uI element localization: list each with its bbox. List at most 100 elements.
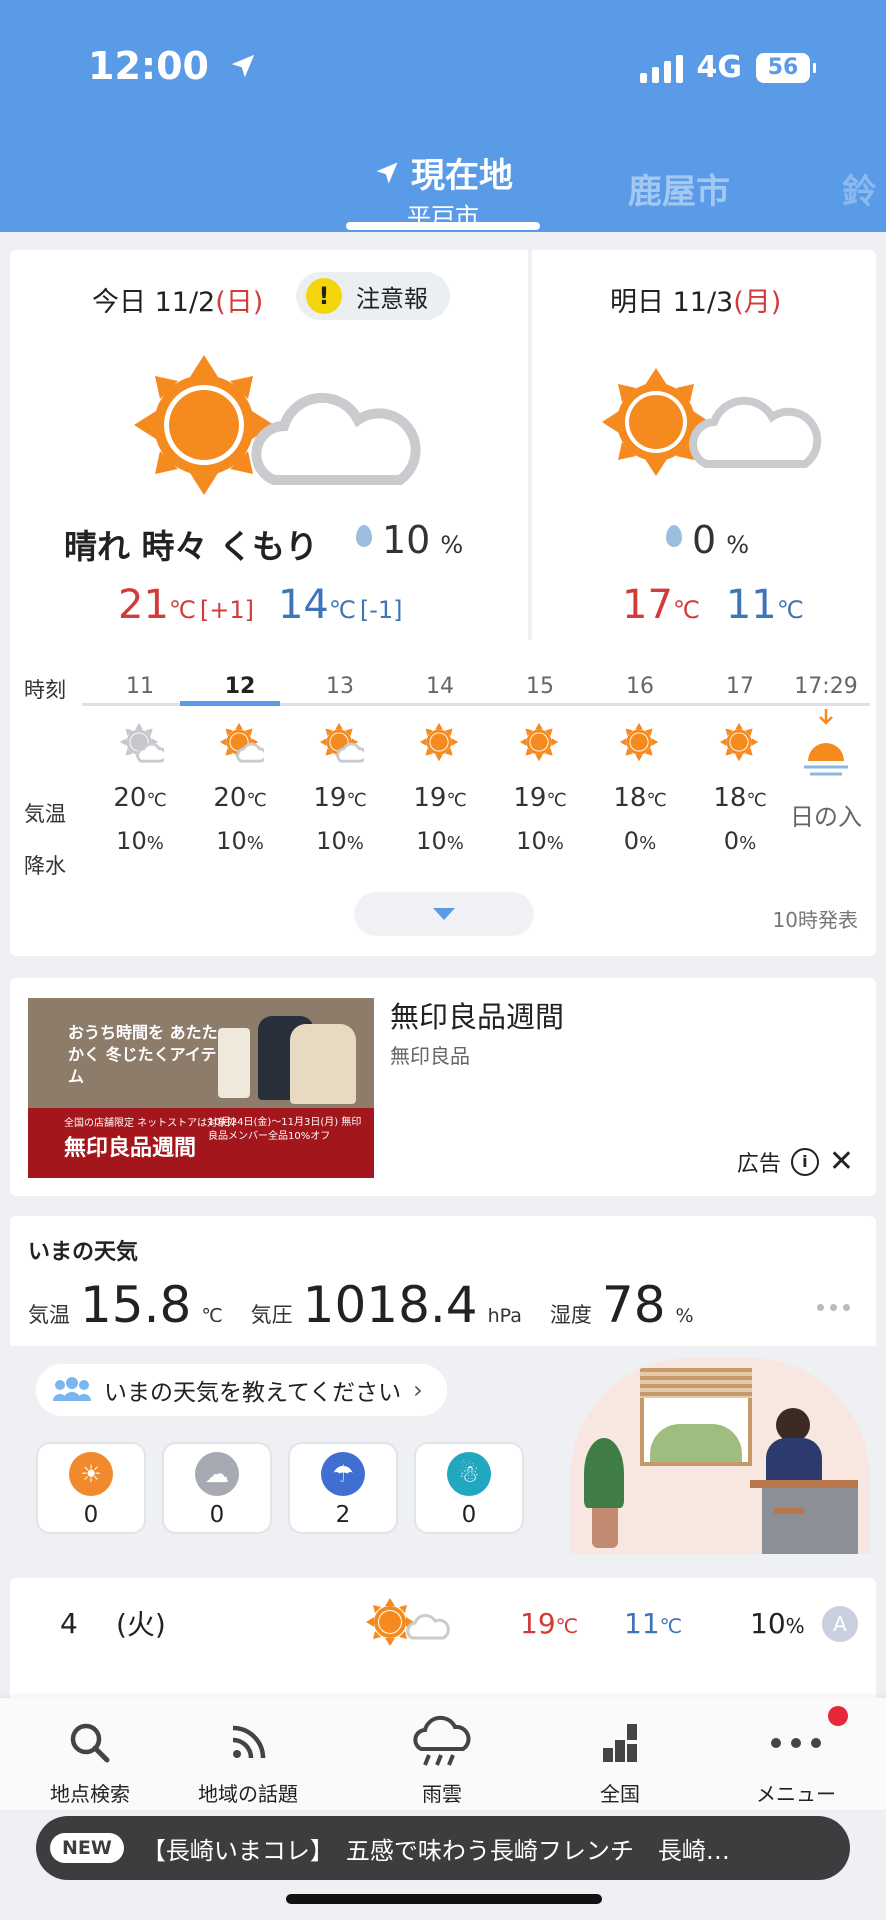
today-low-unit: ℃: [328, 596, 356, 624]
hourly-hour: 12: [224, 674, 256, 699]
report-rain-button[interactable]: ☂ 2: [288, 1442, 398, 1534]
report-prompt-button[interactable]: いまの天気を教えてください ›: [36, 1364, 447, 1416]
expand-hourly-button[interactable]: [354, 892, 534, 936]
daily-high: 19℃: [520, 1606, 579, 1640]
ad-image[interactable]: おうち時間を あたたかく 冬じたくアイテム 全国の店舗限定 ネットストアは対象外…: [28, 998, 374, 1178]
hourly-temp: 19℃: [513, 783, 567, 813]
report-prompt-text: いまの天気を教えてください: [104, 1380, 402, 1406]
hourly-temp: 19℃: [413, 783, 467, 813]
tomorrow-high: 17: [622, 582, 673, 628]
status-time-text: 12:00: [88, 44, 209, 88]
raindrop-icon: [666, 525, 682, 547]
today-weather-text: 晴れ 時々 くもり: [64, 527, 318, 566]
sun-cloud-icon: [134, 355, 421, 495]
ad-title[interactable]: 無印良品週間: [390, 994, 564, 1036]
hourly-precip: 0%: [723, 827, 757, 855]
tab-underline: [346, 222, 540, 230]
rain-icon: ☂: [321, 1452, 365, 1496]
humidity-unit: %: [675, 1305, 694, 1327]
nav-national[interactable]: 全国: [540, 1718, 700, 1807]
nav-rain-radar[interactable]: 雨雲: [362, 1715, 522, 1807]
report-count: 0: [209, 1502, 225, 1528]
today-high-diff: [+1]: [199, 596, 254, 624]
daily-day: 4: [60, 1606, 78, 1640]
nav-menu[interactable]: メニュー: [716, 1718, 876, 1807]
ad-image-copy: おうち時間を あたたかく 冬じたくアイテム: [68, 1023, 218, 1086]
daily-badge: A: [822, 1606, 858, 1642]
nav-topics[interactable]: 地域の話題: [168, 1718, 328, 1807]
sun-cloud-icon: [290, 707, 390, 779]
sun-cloud-icon: [602, 368, 822, 476]
forecast-card: 今日 11/2(日) ! 注意報 晴れ 時々 くもり 10% 21 ℃ [+1]…: [10, 250, 876, 956]
temp-label: 気温: [28, 1303, 70, 1327]
info-icon[interactable]: i: [790, 1147, 819, 1176]
news-ticker[interactable]: NEW 【長崎いまコレ】 五感で味わう長崎フレンチ 長崎…: [36, 1816, 850, 1880]
sun-icon: [590, 707, 690, 779]
hourly-precip: 10%: [416, 827, 464, 855]
daily-weekday: (火): [116, 1608, 166, 1641]
nav-search-label: 地点検索: [50, 1782, 130, 1806]
report-count: 2: [335, 1502, 351, 1528]
app-header: 12:00 4G 56 現在地 平戸市 鹿屋市 鈴: [0, 0, 886, 232]
sun-icon: [690, 707, 790, 779]
ad-image-week: 無印良品週間: [64, 1136, 197, 1161]
weather-report-area: いまの天気を教えてください › ☀ 0 ☁ 0 ☂ 2 ☃ 0: [10, 1346, 876, 1558]
ad-product-sweater-light: [290, 1024, 356, 1104]
nav-national-label: 全国: [600, 1782, 640, 1806]
hourly-temp: 18℃: [613, 783, 667, 813]
pressure-value: 1018.4: [302, 1276, 478, 1334]
daily-row[interactable]: 4 (火) 19℃ 11℃ 10% A: [10, 1578, 876, 1694]
alert-button[interactable]: ! 注意報: [296, 272, 450, 320]
nav-search[interactable]: 地点検索: [10, 1718, 170, 1807]
close-icon[interactable]: ✕: [829, 1144, 854, 1179]
sunset-icon: [804, 709, 848, 776]
nav-rain-label: 雨雲: [422, 1782, 462, 1806]
today-low: 14: [277, 582, 329, 628]
tab-location-2[interactable]: 鹿屋市: [628, 164, 730, 213]
today-rain-unit: %: [440, 531, 464, 559]
more-icon[interactable]: [817, 1304, 850, 1311]
report-sunny-button[interactable]: ☀ 0: [36, 1442, 146, 1534]
today-high-unit: ℃: [168, 596, 196, 624]
hourly-column: 17 18℃ 0%: [690, 674, 790, 855]
tomorrow-high-unit: ℃: [672, 596, 700, 624]
hourly-temp: 20℃: [113, 783, 167, 813]
status-time: 12:00: [88, 44, 258, 88]
tab-current-location[interactable]: 現在地 平戸市: [346, 148, 540, 232]
nav-topics-label: 地域の話題: [198, 1782, 298, 1806]
report-count: 0: [83, 1502, 99, 1528]
sunset-time: 17:29: [794, 674, 858, 699]
current-weather-title: いまの天気: [28, 1240, 139, 1265]
tomorrow-weekday: (月): [733, 287, 782, 318]
chevron-down-icon: [433, 908, 455, 920]
sun-icon: [390, 707, 490, 779]
ad-label-row: 広告 i ✕: [737, 1144, 854, 1179]
today-low-diff: [-1]: [359, 596, 403, 624]
tab-location-3[interactable]: 鈴: [842, 164, 876, 213]
issued-time: 10時発表: [772, 908, 858, 932]
battery-icon: 56: [756, 52, 816, 83]
humidity-value: 78: [601, 1276, 666, 1334]
hourly-precip: 10%: [316, 827, 364, 855]
ad-card[interactable]: おうち時間を あたたかく 冬じたくアイテム 全国の店舗限定 ネットストアは対象外…: [10, 978, 876, 1196]
nav-menu-label: メニュー: [756, 1782, 836, 1806]
current-location-label: 現在地: [411, 156, 513, 196]
current-stats: 気温 15.8 ℃ 気圧 1018.4 hPa 湿度 78 %: [28, 1276, 712, 1334]
bottom-nav: 地点検索 地域の話題 雨雲 全国 メニュー: [0, 1698, 886, 1810]
tomorrow-date: 11/3: [672, 287, 734, 318]
today-high: 21: [118, 582, 169, 628]
report-cloudy-button[interactable]: ☁ 0: [162, 1442, 272, 1534]
sunset-column: 17:29 日の入: [776, 674, 876, 832]
raindrop-icon: [356, 525, 372, 547]
hourly-column: 11 20℃ 10%: [90, 674, 190, 855]
home-indicator: [286, 1894, 602, 1904]
today-temps: 21 ℃ [+1] 14 ℃ [-1]: [118, 582, 406, 628]
temp-value: 15.8: [80, 1276, 192, 1334]
tomorrow-low: 11: [725, 582, 777, 628]
battery-level: 56: [767, 55, 799, 80]
daily-forecast-card: 4 (火) 19℃ 11℃ 10% A: [10, 1578, 876, 1718]
hourly-temp: 20℃: [213, 783, 267, 813]
report-snow-button[interactable]: ☃ 0: [414, 1442, 524, 1534]
daily-rain: 10%: [750, 1606, 805, 1640]
tomorrow-low-unit: ℃: [776, 596, 804, 624]
